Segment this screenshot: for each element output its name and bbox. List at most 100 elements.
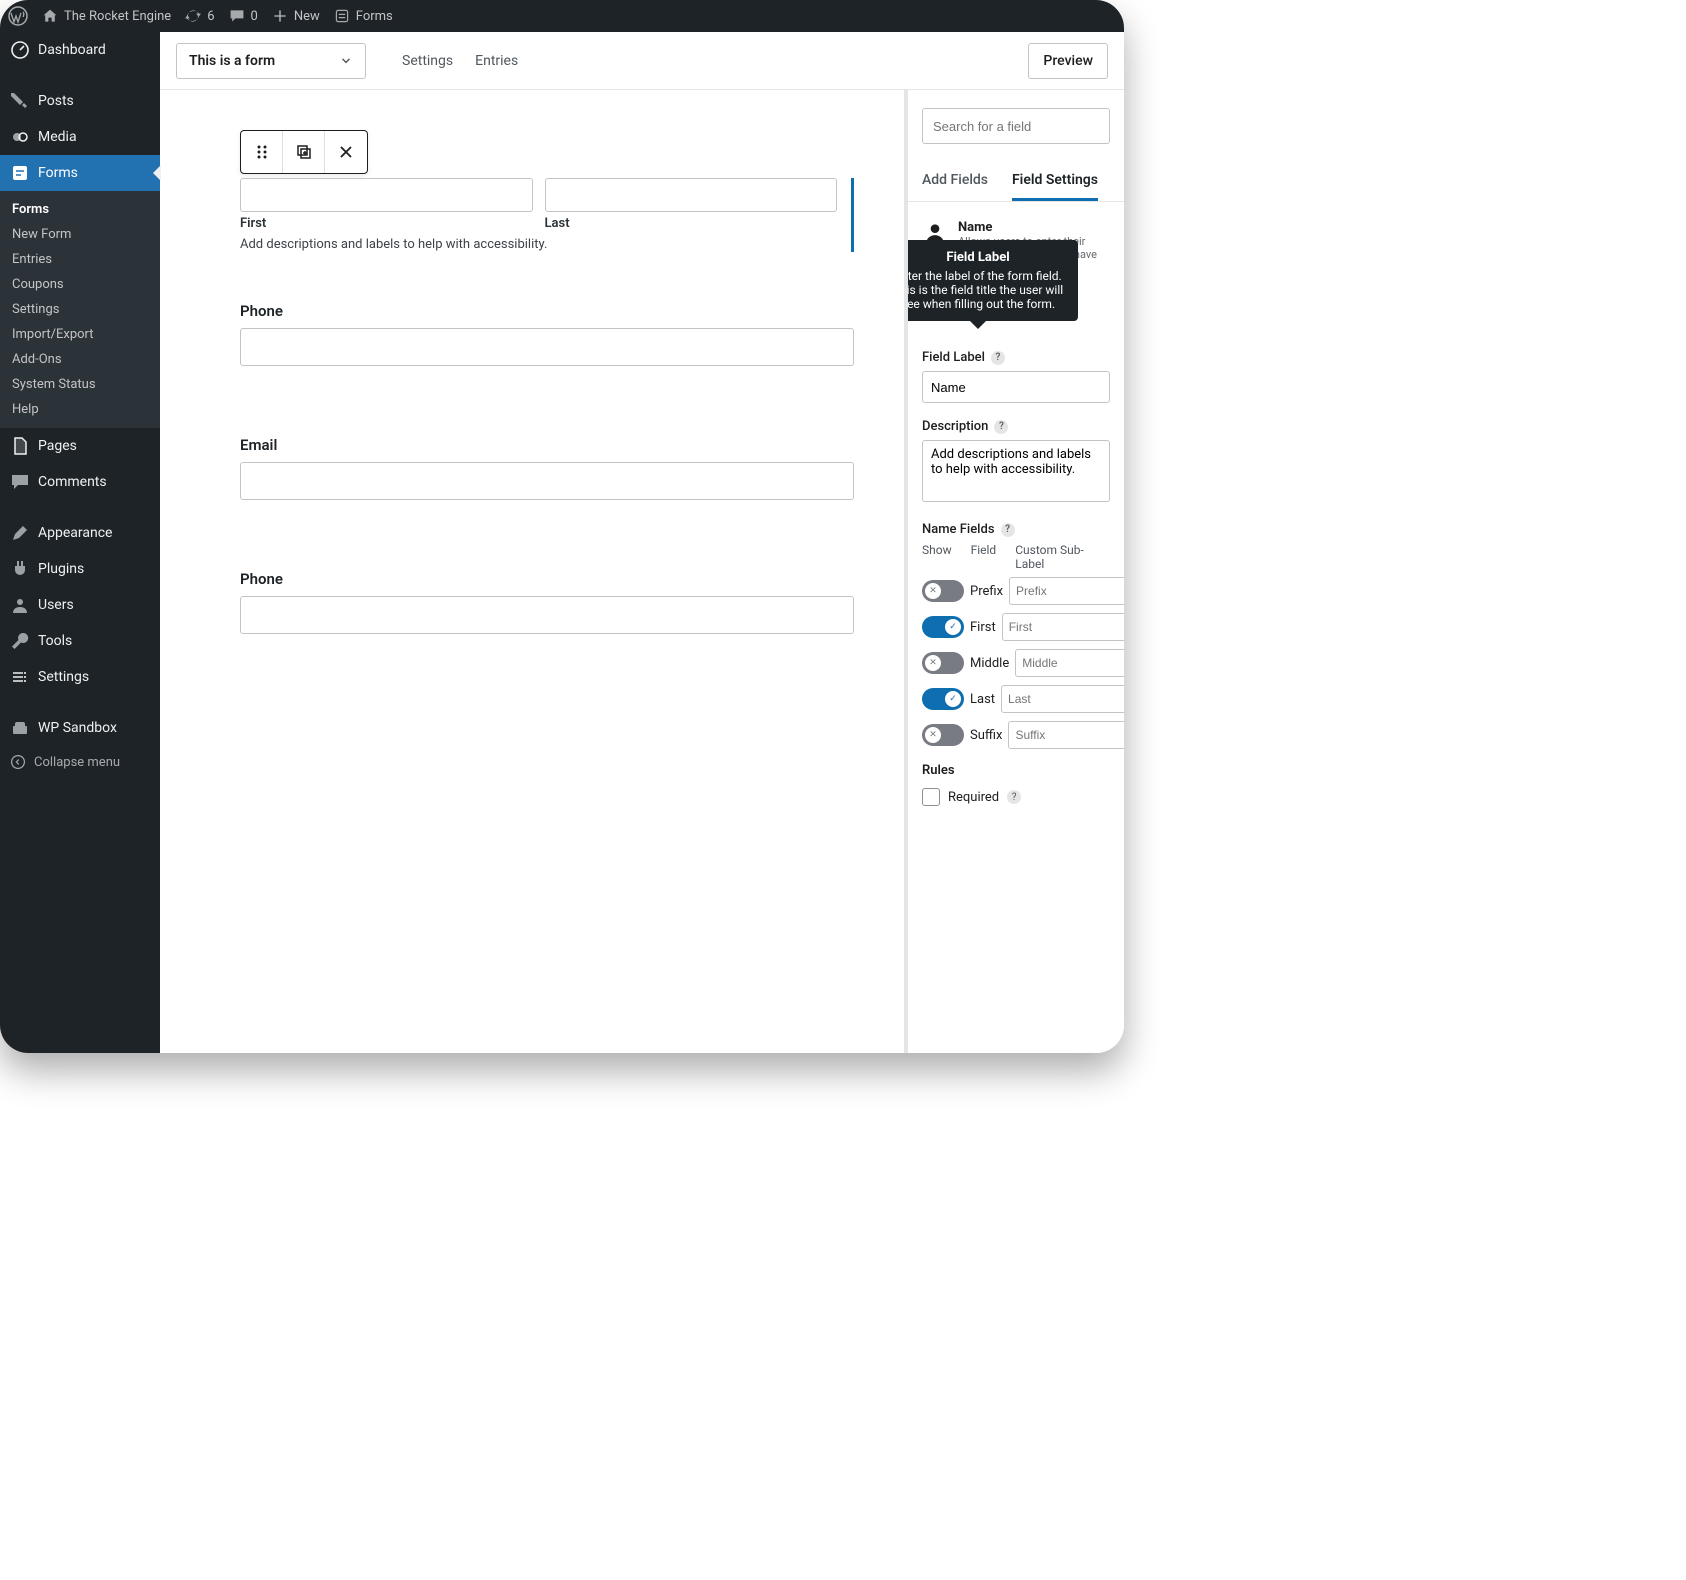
name-field-row-middle: Middle	[922, 649, 1110, 677]
site-name: The Rocket Engine	[64, 9, 171, 24]
menu-comments[interactable]: Comments	[0, 464, 160, 500]
help-icon[interactable]: ?	[991, 351, 1005, 365]
submenu-entries[interactable]: Entries	[0, 247, 160, 272]
preview-button[interactable]: Preview	[1028, 43, 1108, 79]
updates-count: 6	[207, 9, 214, 24]
menu-media[interactable]: Media	[0, 119, 160, 155]
sublabel-input-suffix[interactable]	[1008, 721, 1124, 749]
first-sublabel: First	[240, 216, 533, 231]
submenu-coupons[interactable]: Coupons	[0, 272, 160, 297]
form-selector-label: This is a form	[189, 53, 275, 69]
sidebar-item-label: WP Sandbox	[38, 720, 117, 736]
menu-pages[interactable]: Pages	[0, 428, 160, 464]
topbar-tab-settings[interactable]: Settings	[402, 53, 453, 69]
name-field-description: Add descriptions and labels to help with…	[240, 237, 837, 252]
required-checkbox[interactable]	[922, 788, 940, 806]
sublabel-input-first[interactable]	[1002, 613, 1124, 641]
submenu-forms[interactable]: Forms	[0, 197, 160, 222]
submenu-system-status[interactable]: System Status	[0, 372, 160, 397]
field-name[interactable]: First Last Add descriptions and labels t…	[240, 178, 854, 252]
setting-name-fields: Name Fields ?	[922, 522, 1110, 537]
delete-button[interactable]	[325, 131, 367, 173]
help-icon[interactable]: ?	[994, 420, 1008, 434]
toggle-last[interactable]	[922, 688, 964, 710]
field-label-input[interactable]	[922, 371, 1110, 403]
name-field-row-suffix: Suffix	[922, 721, 1110, 749]
menu-tools[interactable]: Tools	[0, 623, 160, 659]
form-selector[interactable]: This is a form	[176, 43, 366, 79]
menu-settings[interactable]: Settings	[0, 659, 160, 695]
name-field-row-last: Last	[922, 685, 1110, 713]
setting-field-label: Field Label ?	[922, 350, 1110, 365]
sidebar-item-label: Plugins	[38, 561, 84, 577]
description-input[interactable]	[922, 440, 1110, 502]
updates-link[interactable]: 6	[185, 8, 214, 24]
forms-submenu: Forms New Form Entries Coupons Settings …	[0, 191, 160, 428]
sidebar-item-label: Pages	[38, 438, 77, 454]
editor-topbar: This is a form Settings Entries Preview	[160, 32, 1124, 90]
site-link[interactable]: The Rocket Engine	[42, 8, 171, 24]
phone-input[interactable]	[240, 328, 854, 366]
collapse-menu[interactable]: Collapse menu	[0, 746, 160, 778]
topbar-tab-entries[interactable]: Entries	[475, 53, 518, 69]
submenu-new-form[interactable]: New Form	[0, 222, 160, 247]
sublabel-input-middle[interactable]	[1015, 649, 1124, 677]
tooltip-field-label: Field Label Enter the label of the form …	[904, 240, 1078, 321]
menu-users[interactable]: Users	[0, 587, 160, 623]
submenu-add-ons[interactable]: Add-Ons	[0, 347, 160, 372]
chevron-down-icon	[339, 54, 353, 68]
sidebar-item-label: Posts	[38, 93, 74, 109]
row-label: First	[970, 620, 996, 635]
menu-forms[interactable]: Forms	[0, 155, 160, 191]
tab-add-fields[interactable]: Add Fields	[922, 162, 988, 201]
new-link[interactable]: New	[272, 8, 320, 24]
tab-field-settings[interactable]: Field Settings	[1012, 162, 1098, 201]
name-field-row-prefix: Prefix	[922, 577, 1110, 605]
toggle-first[interactable]	[922, 616, 964, 638]
row-label: Middle	[970, 656, 1009, 671]
sidebar-item-label: Appearance	[38, 525, 112, 541]
toggle-prefix[interactable]	[922, 580, 964, 602]
sublabel-input-last[interactable]	[1001, 685, 1124, 713]
rules-heading: Rules	[922, 763, 1110, 778]
sidebar-item-label: Users	[38, 597, 74, 613]
collapse-label: Collapse menu	[34, 755, 120, 770]
form-canvas: First Last Add descriptions and labels t…	[160, 90, 904, 1053]
row-label: Last	[970, 692, 995, 707]
screen-link[interactable]: Forms	[334, 8, 393, 24]
submenu-import-export[interactable]: Import/Export	[0, 322, 160, 347]
name-fields-header: Show Field Custom Sub-Label	[922, 543, 1110, 571]
menu-dashboard[interactable]: Dashboard	[0, 32, 160, 68]
close-icon	[336, 142, 356, 162]
help-icon[interactable]: ?	[1001, 523, 1015, 537]
menu-appearance[interactable]: Appearance	[0, 515, 160, 551]
submenu-help[interactable]: Help	[0, 397, 160, 422]
field-phone-2[interactable]: Phone	[240, 570, 854, 634]
block-toolbar	[240, 130, 368, 174]
last-name-input[interactable]	[545, 178, 838, 212]
toggle-middle[interactable]	[922, 652, 964, 674]
phone-input-2[interactable]	[240, 596, 854, 634]
email-input[interactable]	[240, 462, 854, 500]
field-phone-1[interactable]: Phone	[240, 302, 854, 366]
sidebar-item-label: Settings	[38, 669, 89, 685]
drag-handle[interactable]	[241, 131, 283, 173]
field-email[interactable]: Email	[240, 436, 854, 500]
menu-posts[interactable]: Posts	[0, 83, 160, 119]
sublabel-input-prefix[interactable]	[1009, 577, 1124, 605]
field-label: Email	[240, 436, 854, 454]
first-name-input[interactable]	[240, 178, 533, 212]
duplicate-button[interactable]	[283, 131, 325, 173]
menu-wp-sandbox[interactable]: WP Sandbox	[0, 710, 160, 746]
toggle-suffix[interactable]	[922, 724, 964, 746]
wordpress-logo-icon[interactable]	[8, 6, 28, 26]
search-field-input[interactable]	[922, 108, 1110, 144]
screen-label: Forms	[356, 9, 393, 24]
submenu-settings[interactable]: Settings	[0, 297, 160, 322]
comments-link[interactable]: 0	[229, 8, 258, 24]
sidebar-item-label: Dashboard	[38, 42, 106, 58]
last-sublabel: Last	[545, 216, 838, 231]
help-icon[interactable]: ?	[1007, 790, 1021, 804]
sidebar-item-label: Tools	[38, 633, 72, 649]
menu-plugins[interactable]: Plugins	[0, 551, 160, 587]
